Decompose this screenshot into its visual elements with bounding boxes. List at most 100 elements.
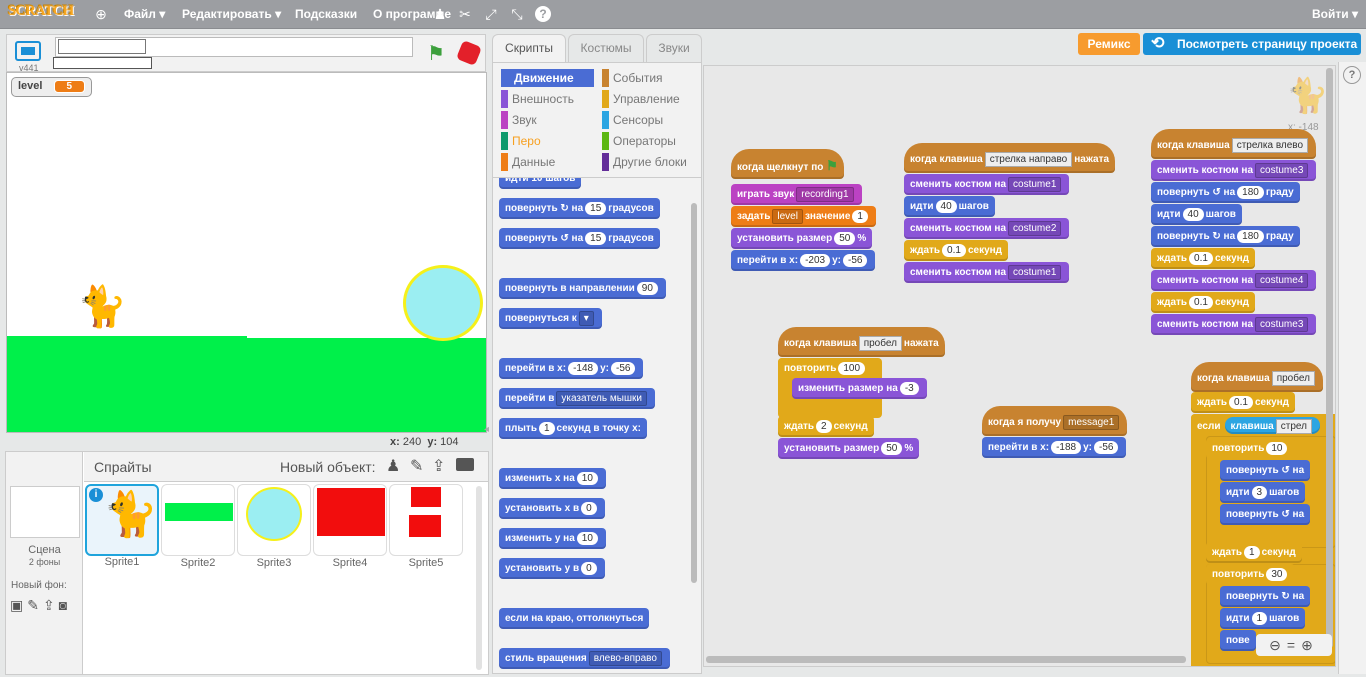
block-goto-xy[interactable]: перейти в x: -188 y: -56	[982, 437, 1127, 458]
category-sensing[interactable]: Сенсоры	[602, 111, 697, 129]
stop-icon[interactable]	[455, 39, 483, 67]
script-vscrollbar[interactable]	[1326, 68, 1333, 648]
block-switch-costume[interactable]: сменить костюм на costume4	[1151, 270, 1317, 291]
help-icon[interactable]: ?	[535, 6, 551, 22]
tab-costumes[interactable]: Костюмы	[568, 34, 644, 62]
block-turn-ccw[interactable]: повернуть ↺ на 15 градусов	[499, 228, 660, 249]
sprite-thumb-4[interactable]: Sprite4	[313, 484, 387, 569]
block-repeat[interactable]: повторить 100	[778, 358, 874, 379]
block-change-y[interactable]: изменить у на 10	[499, 528, 606, 549]
block-set-variable[interactable]: задать level значение 1	[731, 206, 876, 227]
menu-file[interactable]: Файл ▾	[124, 7, 165, 21]
variable-monitor[interactable]: level 5	[11, 77, 93, 97]
sprite-thumb-1[interactable]: i 🐈 Sprite1	[85, 484, 159, 568]
block-turn-truncated[interactable]: пове	[1220, 630, 1256, 651]
remix-button[interactable]: Ремикс	[1078, 33, 1140, 55]
block-change-x[interactable]: изменить х на 10	[499, 468, 606, 489]
sprite-library-icon[interactable]: ♟	[386, 456, 400, 476]
ball-sprite[interactable]	[403, 265, 483, 341]
block-change-size[interactable]: изменить размер на -3	[792, 378, 927, 399]
menu-edit[interactable]: Редактировать ▾	[182, 7, 281, 21]
hat-when-key-right[interactable]: когда клавиша стрелка направо нажата	[904, 143, 1116, 173]
block-set-y[interactable]: установить у в0	[499, 558, 605, 579]
block-switch-costume[interactable]: сменить костюм на costume3	[1151, 314, 1317, 335]
category-pen[interactable]: Перо	[501, 132, 594, 150]
block-wait[interactable]: ждать 0.1 секунд	[904, 240, 1009, 261]
ground-sprite[interactable]	[7, 336, 247, 432]
block-turn-ccw[interactable]: повернуть ↺ на	[1220, 504, 1311, 525]
script-hscrollbar[interactable]	[706, 656, 1186, 663]
category-sound[interactable]: Звук	[501, 111, 594, 129]
cat-sprite[interactable]: 🐈	[77, 283, 127, 330]
category-data[interactable]: Данные	[501, 153, 594, 171]
duplicate-icon[interactable]: ♟	[432, 6, 448, 22]
block-wait[interactable]: ждать 0.1 секунд	[1151, 292, 1256, 313]
category-looks[interactable]: Внешность	[501, 90, 594, 108]
block-goto-xy[interactable]: перейти в x: -203 y: -56	[731, 250, 876, 271]
block-repeat[interactable]: повторить 10	[1206, 438, 1296, 459]
tab-sounds[interactable]: Звуки	[646, 34, 702, 62]
grow-icon[interactable]: ⤢	[483, 6, 499, 22]
scratch-logo[interactable]: SCRATCH	[8, 3, 74, 25]
green-flag-icon[interactable]: ⚑	[427, 41, 445, 66]
block-move[interactable]: идти 10 шагов	[499, 178, 582, 189]
block-wait[interactable]: ждать 1 секунд	[1206, 542, 1302, 563]
block-switch-costume[interactable]: сменить костюм на costume3	[1151, 160, 1317, 181]
block-move-steps[interactable]: идти 1 шагов	[1220, 608, 1306, 629]
globe-icon[interactable]: ⊕	[93, 6, 109, 22]
script-area[interactable]: 🐈 x: -148 когда щелкнут по ⚑ играть звук…	[703, 65, 1336, 667]
block-bounce[interactable]: если на краю, оттолкнуться	[499, 608, 650, 629]
block-switch-costume[interactable]: сменить костюм на costume1	[904, 262, 1070, 283]
hat-when-key-space[interactable]: когда клавиша пробел нажата	[778, 327, 945, 357]
project-title-input[interactable]	[55, 37, 413, 57]
upload-icon[interactable]: ⇪	[432, 456, 445, 476]
stage[interactable]: level 5 🐈	[6, 72, 487, 433]
hat-when-flag-clicked[interactable]: когда щелкнут по ⚑	[731, 149, 844, 179]
category-operators[interactable]: Операторы	[602, 132, 697, 150]
block-turn-cw[interactable]: повернуть ↻ на 15 градусов	[499, 198, 660, 219]
zoom-in-icon[interactable]: ⊕	[1301, 637, 1319, 653]
block-set-x[interactable]: установить х в0	[499, 498, 605, 519]
block-point-towards[interactable]: повернуться к ▾	[499, 308, 602, 329]
tab-scripts[interactable]: Скрипты	[492, 34, 566, 62]
block-wait[interactable]: ждать 2 секунд	[778, 416, 874, 437]
block-set-size[interactable]: установить размер 50%	[731, 228, 873, 249]
zoom-out-icon[interactable]: ⊖	[1269, 637, 1287, 653]
hat-when-key-left[interactable]: когда клавиша стрелка влево	[1151, 129, 1317, 159]
ground-sprite-2[interactable]	[247, 338, 486, 432]
category-motion[interactable]: Движение	[501, 69, 594, 87]
shrink-icon[interactable]: ⤡	[509, 6, 525, 22]
block-goto[interactable]: перейти в указатель мышки	[499, 388, 655, 409]
category-events[interactable]: События	[602, 69, 697, 87]
sprite-scrollbar[interactable]	[476, 486, 482, 670]
block-move-steps[interactable]: идти 40 шагов	[1151, 204, 1242, 225]
collapse-stage-icon[interactable]: ◂	[484, 424, 489, 435]
scene-thumbnail[interactable]	[10, 486, 80, 538]
category-more-blocks[interactable]: Другие блоки	[602, 153, 697, 171]
backdrop-tools-icons[interactable]: ▣✎⇪◙	[10, 597, 71, 614]
cut-icon[interactable]: ✂	[457, 6, 473, 22]
block-glide[interactable]: плыть 1 секунд в точку x:	[499, 418, 647, 439]
login-button[interactable]: Войти ▾	[1312, 7, 1358, 21]
block-set-size[interactable]: установить размер 50%	[778, 438, 920, 459]
category-control[interactable]: Управление	[602, 90, 697, 108]
hat-when-receive[interactable]: когда я получу message1	[982, 406, 1128, 436]
block-switch-costume[interactable]: сменить костюм на costume1	[904, 174, 1070, 195]
block-switch-costume[interactable]: сменить костюм на costume2	[904, 218, 1070, 239]
menu-tips[interactable]: Подсказки	[295, 7, 357, 21]
sprite-thumb-5[interactable]: Sprite5	[389, 484, 463, 569]
palette-scrollbar[interactable]	[691, 203, 697, 583]
block-turn-cw[interactable]: повернуть ↻ на 180 граду	[1151, 226, 1300, 247]
see-project-page-button[interactable]: ⟲ Посмотреть страницу проекта	[1143, 33, 1361, 55]
sprite-thumb-3[interactable]: Sprite3	[237, 484, 311, 569]
block-wait[interactable]: ждать 0.1 секунд	[1191, 392, 1296, 413]
block-goto-xy[interactable]: перейти в x: -148 y: -56	[499, 358, 644, 379]
paint-brush-icon[interactable]: ✎	[410, 456, 423, 476]
block-turn-ccw[interactable]: повернуть ↺ на 180 граду	[1151, 182, 1300, 203]
block-if[interactable]: если клавиша стрел	[1191, 414, 1326, 435]
sprite-thumb-2[interactable]: Sprite2	[161, 484, 235, 569]
block-turn-cw[interactable]: повернуть ↻ на	[1220, 586, 1311, 607]
tips-help-icon[interactable]: ?	[1343, 66, 1361, 84]
block-rotation-style[interactable]: стиль вращения влево-вправо	[499, 648, 670, 669]
hat-when-key-space-2[interactable]: когда клавиша пробел	[1191, 362, 1323, 392]
